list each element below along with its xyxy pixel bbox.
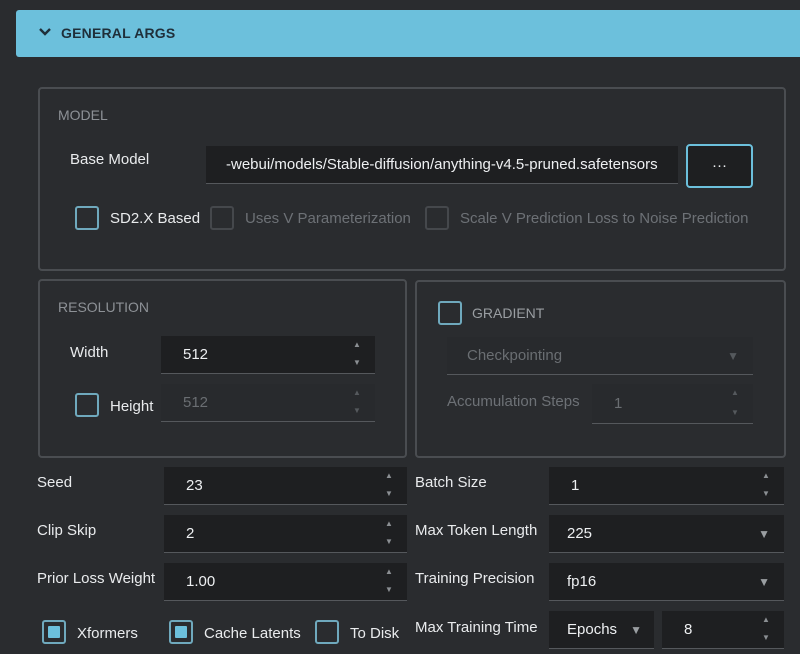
- browse-button[interactable]: ···: [686, 144, 753, 188]
- width-stepper[interactable]: ▲ ▼: [353, 338, 363, 371]
- base-model-input[interactable]: -webui/models/Stable-diffusion/anything-…: [206, 146, 678, 184]
- prior-loss-weight-value: 1.00: [186, 573, 216, 590]
- seed-stepper[interactable]: ▲ ▼: [385, 469, 395, 502]
- batch-size-input[interactable]: 1 ▲ ▼: [549, 467, 784, 505]
- seed-input[interactable]: 23 ▲ ▼: [164, 467, 407, 505]
- general-args-header[interactable]: GENERAL ARGS: [16, 10, 800, 57]
- chevron-down-icon: [39, 28, 51, 36]
- max-token-length-label: Max Token Length: [415, 522, 538, 539]
- xformers-label: Xformers: [77, 625, 138, 642]
- max-training-time-stepper[interactable]: ▲ ▼: [762, 613, 772, 646]
- scale-v-checkbox[interactable]: [425, 206, 449, 230]
- max-training-time-value: 8: [684, 621, 693, 638]
- sd2x-label: SD2.X Based: [110, 210, 201, 227]
- base-model-value: -webui/models/Stable-diffusion/anything-…: [226, 156, 658, 173]
- accumulation-steps-input[interactable]: 1 ▲ ▼: [592, 384, 753, 424]
- v-parameterization-checkbox[interactable]: [210, 206, 234, 230]
- prior-loss-weight-input[interactable]: 1.00 ▲ ▼: [164, 563, 407, 601]
- cache-latents-label: Cache Latents: [204, 625, 301, 642]
- gradient-checkbox[interactable]: [438, 301, 462, 325]
- training-precision-select[interactable]: fp16 ▼: [549, 563, 784, 601]
- checkpointing-value: Checkpointing: [467, 347, 563, 364]
- resolution-section-title: RESOLUTION: [58, 299, 150, 315]
- seed-value: 23: [186, 477, 203, 494]
- to-disk-checkbox[interactable]: [315, 620, 339, 644]
- base-model-label: Base Model: [70, 151, 150, 168]
- chevron-down-icon: ▼: [758, 575, 770, 589]
- max-training-time-unit-value: Epochs: [567, 621, 618, 638]
- cache-latents-checkbox[interactable]: [169, 620, 193, 644]
- clip-skip-value: 2: [186, 525, 195, 542]
- model-section-title: MODEL: [58, 107, 108, 123]
- accumulation-steps-stepper[interactable]: ▲ ▼: [731, 386, 741, 421]
- height-checkbox[interactable]: [75, 393, 99, 417]
- chevron-down-icon: ▼: [630, 623, 642, 637]
- clip-skip-stepper[interactable]: ▲ ▼: [385, 517, 395, 550]
- width-input[interactable]: 512 ▲ ▼: [161, 336, 375, 374]
- max-training-time-unit-select[interactable]: Epochs ▼: [549, 611, 654, 649]
- chevron-down-icon: ▼: [758, 527, 770, 541]
- chevron-down-icon: ▼: [727, 349, 739, 363]
- prior-loss-weight-label: Prior Loss Weight: [37, 570, 156, 587]
- scale-v-label: Scale V Prediction Loss to Noise Predict…: [460, 210, 749, 227]
- accumulation-steps-value: 1: [614, 395, 623, 412]
- v-parameterization-label: Uses V Parameterization: [245, 210, 411, 227]
- seed-label: Seed: [37, 474, 73, 491]
- height-label: Height: [110, 398, 154, 415]
- clip-skip-input[interactable]: 2 ▲ ▼: [164, 515, 407, 553]
- max-token-length-value: 225: [567, 525, 593, 542]
- training-precision-value: fp16: [567, 573, 597, 590]
- max-training-time-input[interactable]: 8 ▲ ▼: [662, 611, 784, 649]
- training-precision-label: Training Precision: [415, 570, 535, 587]
- gradient-label: GRADIENT: [472, 305, 545, 321]
- height-stepper[interactable]: ▲ ▼: [353, 386, 363, 419]
- batch-size-label: Batch Size: [415, 474, 487, 491]
- height-input[interactable]: 512 ▲ ▼: [161, 384, 375, 422]
- accumulation-steps-label: Accumulation Steps: [447, 393, 580, 410]
- clip-skip-label: Clip Skip: [37, 522, 97, 539]
- sd2x-checkbox[interactable]: [75, 206, 99, 230]
- width-value: 512: [183, 346, 209, 363]
- batch-size-value: 1: [571, 477, 580, 494]
- checkpointing-select[interactable]: Checkpointing ▼: [447, 337, 753, 375]
- max-training-time-label: Max Training Time: [415, 619, 538, 636]
- height-value: 512: [183, 394, 209, 411]
- section-title: GENERAL ARGS: [61, 25, 176, 41]
- batch-size-stepper[interactable]: ▲ ▼: [762, 469, 772, 502]
- width-label: Width: [70, 344, 109, 361]
- xformers-checkbox[interactable]: [42, 620, 66, 644]
- prior-loss-weight-stepper[interactable]: ▲ ▼: [385, 565, 395, 598]
- to-disk-label: To Disk: [350, 625, 400, 642]
- max-token-length-select[interactable]: 225 ▼: [549, 515, 784, 553]
